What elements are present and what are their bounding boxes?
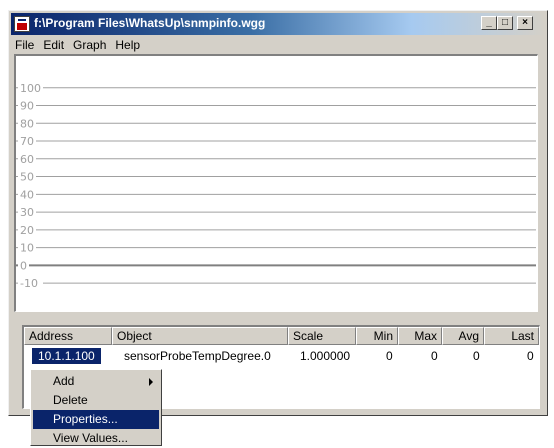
graph-area[interactable]: 100 90 80 70 60 50 40 30 20 10 0 -10 <box>14 54 538 312</box>
menu-item-properties[interactable]: Properties... <box>33 410 159 429</box>
menu-item-delete[interactable]: Delete <box>33 391 159 410</box>
graph-plot: 1009080706050403020100-10 <box>16 82 536 290</box>
cell-object: sensorProbeTempDegree.0 <box>124 349 271 363</box>
col-header-scale[interactable]: Scale <box>288 327 356 345</box>
y-tick-label: 80 <box>20 117 34 130</box>
col-header-max[interactable]: Max <box>398 327 442 345</box>
cell-scale: 1.000000 <box>300 349 351 363</box>
maximize-button[interactable]: □ <box>497 16 513 30</box>
y-tick-label: 60 <box>20 153 34 166</box>
menu-graph[interactable]: Graph <box>69 37 111 52</box>
cell-min: 0 <box>386 349 393 363</box>
y-tick-label: 30 <box>20 206 34 219</box>
y-tick-label: 70 <box>20 135 34 148</box>
col-header-min[interactable]: Min <box>356 327 398 345</box>
menu-file[interactable]: File <box>11 37 39 52</box>
col-header-last[interactable]: Last <box>484 327 539 345</box>
menu-edit[interactable]: Edit <box>39 37 69 52</box>
cell-avg: 0 <box>473 349 480 363</box>
menu-help[interactable]: Help <box>111 37 145 52</box>
window-title: f:\Program Files\WhatsUp\snmpinfo.wgg <box>34 16 266 30</box>
submenu-arrow-icon <box>149 378 153 386</box>
app-icon[interactable] <box>14 16 30 32</box>
menu-item-add[interactable]: Add <box>33 372 159 391</box>
cell-max: 0 <box>431 349 438 363</box>
title-bar[interactable]: f:\Program Files\WhatsUp\snmpinfo.wgg _ … <box>11 13 545 35</box>
y-tick-label: 90 <box>20 100 34 113</box>
y-tick-label: 0 <box>20 259 27 272</box>
col-header-object[interactable]: Object <box>112 327 288 345</box>
y-tick-label: 40 <box>20 188 34 201</box>
close-button[interactable]: × <box>517 16 533 30</box>
context-menu: Add Delete Properties... View Values... <box>30 369 162 446</box>
y-tick-label: 20 <box>20 224 34 237</box>
menu-item-add-label: Add <box>53 374 75 388</box>
y-tick-label: 50 <box>20 171 34 184</box>
col-header-address[interactable]: Address <box>24 327 112 345</box>
y-tick-label: 10 <box>20 242 34 255</box>
menu-bar: File Edit Graph Help <box>11 37 545 55</box>
minimize-button[interactable]: _ <box>481 16 497 30</box>
y-tick-label: 100 <box>20 82 41 95</box>
col-header-avg[interactable]: Avg <box>442 327 484 345</box>
menu-item-view-values[interactable]: View Values... <box>33 429 159 448</box>
cell-last: 0 <box>527 349 534 363</box>
y-tick-label: -10 <box>20 277 38 290</box>
cell-address[interactable]: 10.1.1.100 <box>32 348 101 364</box>
